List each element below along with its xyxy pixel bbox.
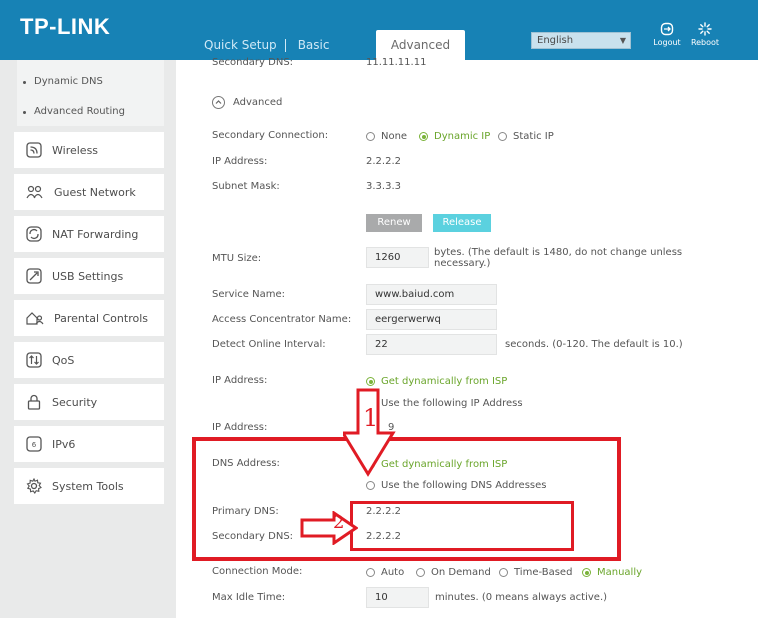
mtu-input[interactable]: 1260 (366, 247, 429, 268)
sidebar-item-label: Security (52, 395, 98, 409)
language-value: English (537, 35, 574, 46)
sidebar-item-label: Wireless (52, 143, 99, 157)
reboot-label: Reboot (690, 38, 720, 47)
radio-time-based[interactable]: Time-Based (499, 567, 572, 578)
subnet-mask-label: Subnet Mask: (212, 181, 280, 192)
reboot-icon (698, 22, 712, 36)
usb-icon (26, 268, 42, 284)
nat-forwarding-icon (26, 226, 42, 242)
mtu-hint: bytes. (The default is 1480, do not chan… (434, 247, 683, 269)
radio-manually[interactable]: Manually (582, 567, 642, 578)
sidebar-subitem-dynamic-dns[interactable]: Dynamic DNS (23, 76, 103, 87)
svg-text:6: 6 (32, 441, 37, 449)
renew-button[interactable]: Renew (366, 214, 422, 232)
annotation-dns-values-box (350, 501, 574, 551)
connection-mode-label: Connection Mode: (212, 566, 303, 577)
sidebar-item-qos[interactable]: QoS (14, 342, 164, 378)
max-idle-label: Max Idle Time: (212, 592, 286, 603)
secondary-dns-label-partial: Secondary DNS: (212, 57, 294, 68)
radio-on-demand[interactable]: On Demand (416, 567, 491, 578)
ip-address-value: 2.2.2.2 (366, 156, 401, 167)
top-header: TP-LINK Quick Setup Basic Advanced Engli… (0, 0, 758, 60)
service-name-input[interactable]: www.baiud.com (366, 284, 497, 305)
tab-quick-setup[interactable]: Quick Setup (204, 38, 277, 52)
lock-icon (27, 394, 41, 410)
max-idle-hint: minutes. (0 means always active.) (435, 592, 608, 603)
radio-dynamic-ip[interactable]: Dynamic IP (419, 131, 490, 142)
max-idle-input[interactable]: 10 (366, 587, 429, 608)
annotation-step-1: 1 (363, 404, 379, 432)
sidebar-item-label: Parental Controls (54, 311, 148, 325)
sidebar: Dynamic DNS Advanced Routing Wireless Gu… (0, 60, 176, 618)
ip-address-label: IP Address: (212, 156, 268, 167)
reboot-button[interactable]: Reboot (688, 22, 722, 47)
radio-auto[interactable]: Auto (366, 567, 404, 578)
tab-advanced[interactable]: Advanced (376, 30, 465, 60)
sidebar-item-security[interactable]: Security (14, 384, 164, 420)
detect-interval-input[interactable]: 22 (366, 334, 497, 355)
sidebar-item-ipv6[interactable]: 6 IPv6 (14, 426, 164, 462)
radio-none[interactable]: None (366, 131, 407, 142)
access-concentrator-input[interactable]: eergerwerwq (366, 309, 497, 330)
brand-text: TP-LINK (20, 14, 111, 39)
logout-icon (660, 22, 674, 36)
sidebar-subitem-advanced-routing[interactable]: Advanced Routing (23, 106, 125, 117)
sidebar-item-label: IPv6 (52, 437, 76, 451)
sidebar-item-nat-forwarding[interactable]: NAT Forwarding (14, 216, 164, 252)
subnet-mask-value: 3.3.3.3 (366, 181, 401, 192)
sidebar-item-label: USB Settings (52, 269, 124, 283)
sidebar-item-wireless[interactable]: Wireless (14, 132, 164, 168)
ip-mode-label: IP Address: (212, 375, 268, 386)
logout-button[interactable]: Logout (650, 22, 684, 47)
gear-icon (26, 478, 42, 494)
radio-ip-dynamic[interactable]: Get dynamically from ISP (366, 376, 507, 387)
service-name-label: Service Name: (212, 289, 286, 300)
sidebar-item-label: System Tools (52, 479, 124, 493)
parental-controls-icon (26, 312, 44, 325)
ipv6-icon: 6 (26, 436, 42, 452)
detect-interval-label: Detect Online Interval: (212, 339, 326, 350)
secondary-connection-label: Secondary Connection: (212, 130, 329, 141)
sidebar-item-guest-network[interactable]: Guest Network (14, 174, 164, 210)
access-concentrator-label: Access Concentrator Name: (212, 314, 352, 325)
advanced-label: Advanced (233, 97, 283, 108)
sidebar-item-system-tools[interactable]: System Tools (14, 468, 164, 504)
sidebar-item-usb-settings[interactable]: USB Settings (14, 258, 164, 294)
sidebar-item-label: Guest Network (54, 185, 136, 199)
annotation-arrow-right-icon (300, 511, 358, 545)
sidebar-item-label: QoS (52, 353, 75, 367)
language-select[interactable]: English ▼ (531, 32, 631, 49)
radio-static-ip[interactable]: Static IP (498, 131, 554, 142)
tab-basic[interactable]: Basic (298, 38, 330, 52)
qos-icon (26, 352, 42, 368)
detect-interval-hint: seconds. (0-120. The default is 10.) (505, 339, 683, 350)
ip-address2-label: IP Address: (212, 422, 268, 433)
nav-divider (284, 38, 286, 52)
sidebar-item-label: NAT Forwarding (52, 227, 139, 241)
logout-label: Logout (653, 38, 681, 47)
annotation-arrow-down-icon (343, 388, 396, 477)
annotation-step-2: 2 (333, 512, 345, 533)
secondary-dns-value-partial: 11.11.11.11 (366, 57, 427, 68)
mtu-label: MTU Size: (212, 253, 262, 264)
sidebar-item-parental-controls[interactable]: Parental Controls (14, 300, 164, 336)
chevron-down-icon: ▼ (619, 36, 626, 45)
main-nav: Quick Setup Basic (204, 38, 329, 52)
advanced-toggle[interactable]: Advanced (212, 96, 282, 109)
wireless-icon (26, 142, 42, 158)
guest-network-icon (26, 185, 43, 199)
tp-link-logo: TP-LINK (20, 14, 110, 40)
release-button[interactable]: Release (433, 214, 491, 232)
chevron-up-icon (212, 96, 225, 109)
